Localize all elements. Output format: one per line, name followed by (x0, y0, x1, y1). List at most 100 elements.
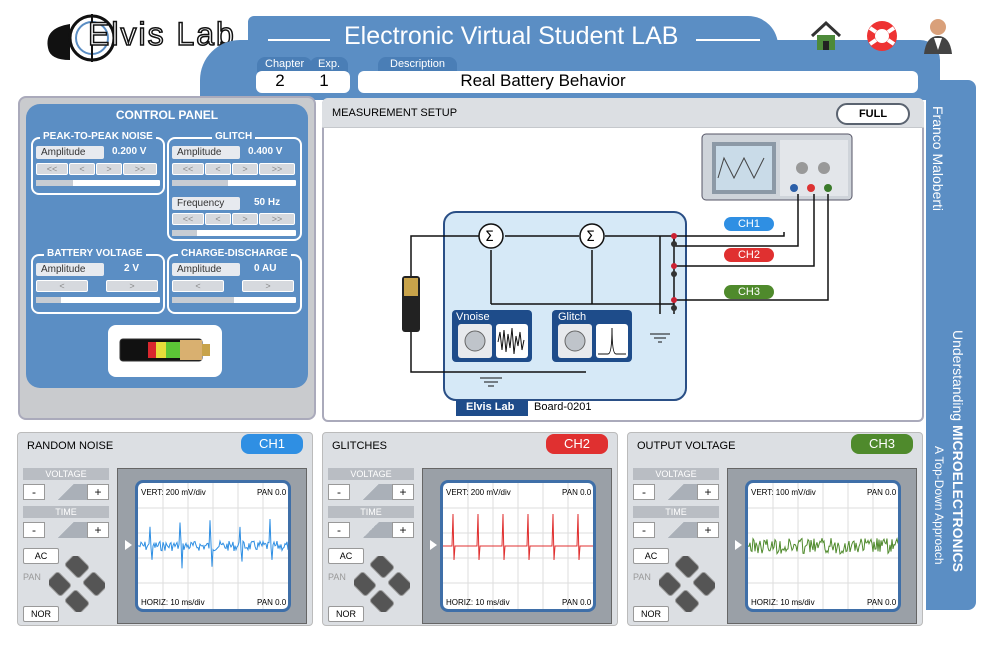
pan-label: PAN (328, 572, 346, 582)
author-name: Franco Maloberti (930, 106, 946, 212)
circuit-ch2-label: CH2 (724, 248, 774, 262)
charge-decrease-button[interactable]: < (172, 280, 224, 292)
glitch-slider[interactable] (172, 180, 296, 186)
glitch-fast-decrease-button[interactable]: << (172, 163, 204, 175)
time-ramp-icon (45, 522, 87, 538)
pan-label: PAN (23, 572, 41, 582)
circuit-diagram: Σ Σ (402, 133, 853, 416)
battery-slider-fill (36, 297, 61, 303)
book-title: Understanding MICROELECTRONICS (950, 330, 966, 572)
time-label: TIME (23, 506, 109, 518)
horizontal-scale: HORIZ: 10 ms/div (446, 598, 510, 607)
charge-slider-fill (172, 297, 234, 303)
glitch-frequency-slider[interactable] (172, 230, 296, 236)
nor-button[interactable]: NOR (328, 606, 364, 622)
vertical-pan: PAN 0.0 (562, 488, 592, 497)
channel-badge: CH3 (851, 434, 913, 454)
battery-decrease-button[interactable]: < (36, 280, 88, 292)
voltage-minus-button[interactable]: - (23, 484, 45, 500)
glitch-decrease-button[interactable]: < (205, 163, 231, 175)
time-ramp-icon (350, 522, 392, 538)
glitch-amplitude-field: Amplitude (172, 146, 240, 159)
voltage-minus-button[interactable]: - (633, 484, 655, 500)
circuit-ch1-label: CH1 (724, 217, 774, 231)
nor-button[interactable]: NOR (23, 606, 59, 622)
noise-fast-increase-button[interactable]: >> (123, 163, 157, 175)
charge-increase-button[interactable]: > (242, 280, 294, 292)
logo-text: Elvis Lab (87, 15, 236, 53)
chapter-value: 2 (275, 71, 285, 90)
time-minus-button[interactable]: - (633, 522, 655, 538)
svg-text:Σ: Σ (485, 229, 494, 245)
glitch-freq-decrease-button[interactable]: < (205, 213, 231, 225)
help-icon[interactable] (864, 18, 900, 59)
glitch-label: GLITCH (212, 131, 256, 142)
glitch-amplitude-value: 0.400 V (248, 146, 283, 157)
voltage-label: VOLTAGE (328, 468, 414, 480)
horizontal-scale: HORIZ: 10 ms/div (751, 598, 815, 607)
time-label: TIME (633, 506, 719, 518)
time-plus-button[interactable]: + (87, 522, 109, 538)
time-plus-button[interactable]: + (697, 522, 719, 538)
full-button[interactable]: FULL (836, 103, 910, 125)
glitch-slider-fill (172, 180, 228, 186)
horizontal-pan: PAN 0.0 (562, 598, 592, 607)
voltage-plus-button[interactable]: + (87, 484, 109, 500)
voltage-minus-button[interactable]: - (328, 484, 350, 500)
scope-trace (443, 483, 593, 614)
measurement-title: MEASUREMENT SETUP (332, 107, 458, 119)
circuit-ch3-label: CH3 (724, 285, 774, 299)
glitch-fast-increase-button[interactable]: >> (259, 163, 295, 175)
battery-icon (119, 338, 210, 362)
home-icon[interactable] (808, 18, 844, 59)
battery-label: BATTERY VOLTAGE (44, 248, 146, 259)
voltage-ramp-icon (45, 484, 87, 500)
horizontal-pan: PAN 0.0 (867, 598, 897, 607)
vertical-scale: VERT: 100 mV/div (751, 488, 816, 497)
time-minus-button[interactable]: - (328, 522, 350, 538)
noise-slider[interactable] (36, 180, 160, 186)
description-label: Description (378, 57, 458, 72)
channel-badge: CH2 (546, 434, 608, 454)
glitch-frequency-field: Frequency (172, 197, 240, 210)
book-subtitle: A Top-Down Approach (932, 446, 946, 565)
noise-amplitude-field: Amplitude (36, 146, 104, 159)
control-panel-title: CONTROL PANEL (115, 108, 219, 122)
board-brand: Elvis Lab (466, 401, 515, 413)
charge-amplitude-value: 0 AU (254, 263, 277, 274)
noise-decrease-button[interactable]: < (69, 163, 95, 175)
vertical-scale: VERT: 200 mV/div (141, 488, 206, 497)
description-value: Real Battery Behavior (460, 71, 626, 90)
title-line-right (696, 39, 760, 41)
board-id: Board-0201 (534, 401, 592, 413)
trace-marker-icon (125, 540, 132, 550)
app-title: Electronic Virtual Student LAB (344, 22, 679, 50)
glitch-freq-increase-button[interactable]: > (232, 213, 258, 225)
user-icon[interactable] (920, 16, 956, 61)
pan-label: PAN (633, 572, 651, 582)
charge-amplitude-field: Amplitude (172, 263, 240, 276)
glitch-increase-button[interactable]: > (232, 163, 258, 175)
time-minus-button[interactable]: - (23, 522, 45, 538)
glitch-freq-fast-decrease-button[interactable]: << (172, 213, 204, 225)
noise-increase-button[interactable]: > (96, 163, 122, 175)
voltage-ramp-icon (655, 484, 697, 500)
time-label: TIME (328, 506, 414, 518)
vnoise-label: Vnoise (456, 311, 490, 323)
voltage-plus-button[interactable]: + (392, 484, 414, 500)
voltage-plus-button[interactable]: + (697, 484, 719, 500)
glitch-freq-fast-increase-button[interactable]: >> (259, 213, 295, 225)
channel-badge: CH1 (241, 434, 303, 454)
time-plus-button[interactable]: + (392, 522, 414, 538)
trace-marker-icon (735, 540, 742, 550)
voltage-label: VOLTAGE (23, 468, 109, 480)
nor-button[interactable]: NOR (633, 606, 669, 622)
battery-slider[interactable] (36, 297, 160, 303)
charge-slider[interactable] (172, 297, 296, 303)
noise-fast-decrease-button[interactable]: << (36, 163, 68, 175)
title-line-left (268, 39, 330, 41)
battery-increase-button[interactable]: > (106, 280, 158, 292)
noise-amplitude-value: 0.200 V (112, 146, 147, 157)
battery-amplitude-value: 2 V (124, 263, 140, 274)
svg-text:Σ: Σ (586, 229, 595, 245)
